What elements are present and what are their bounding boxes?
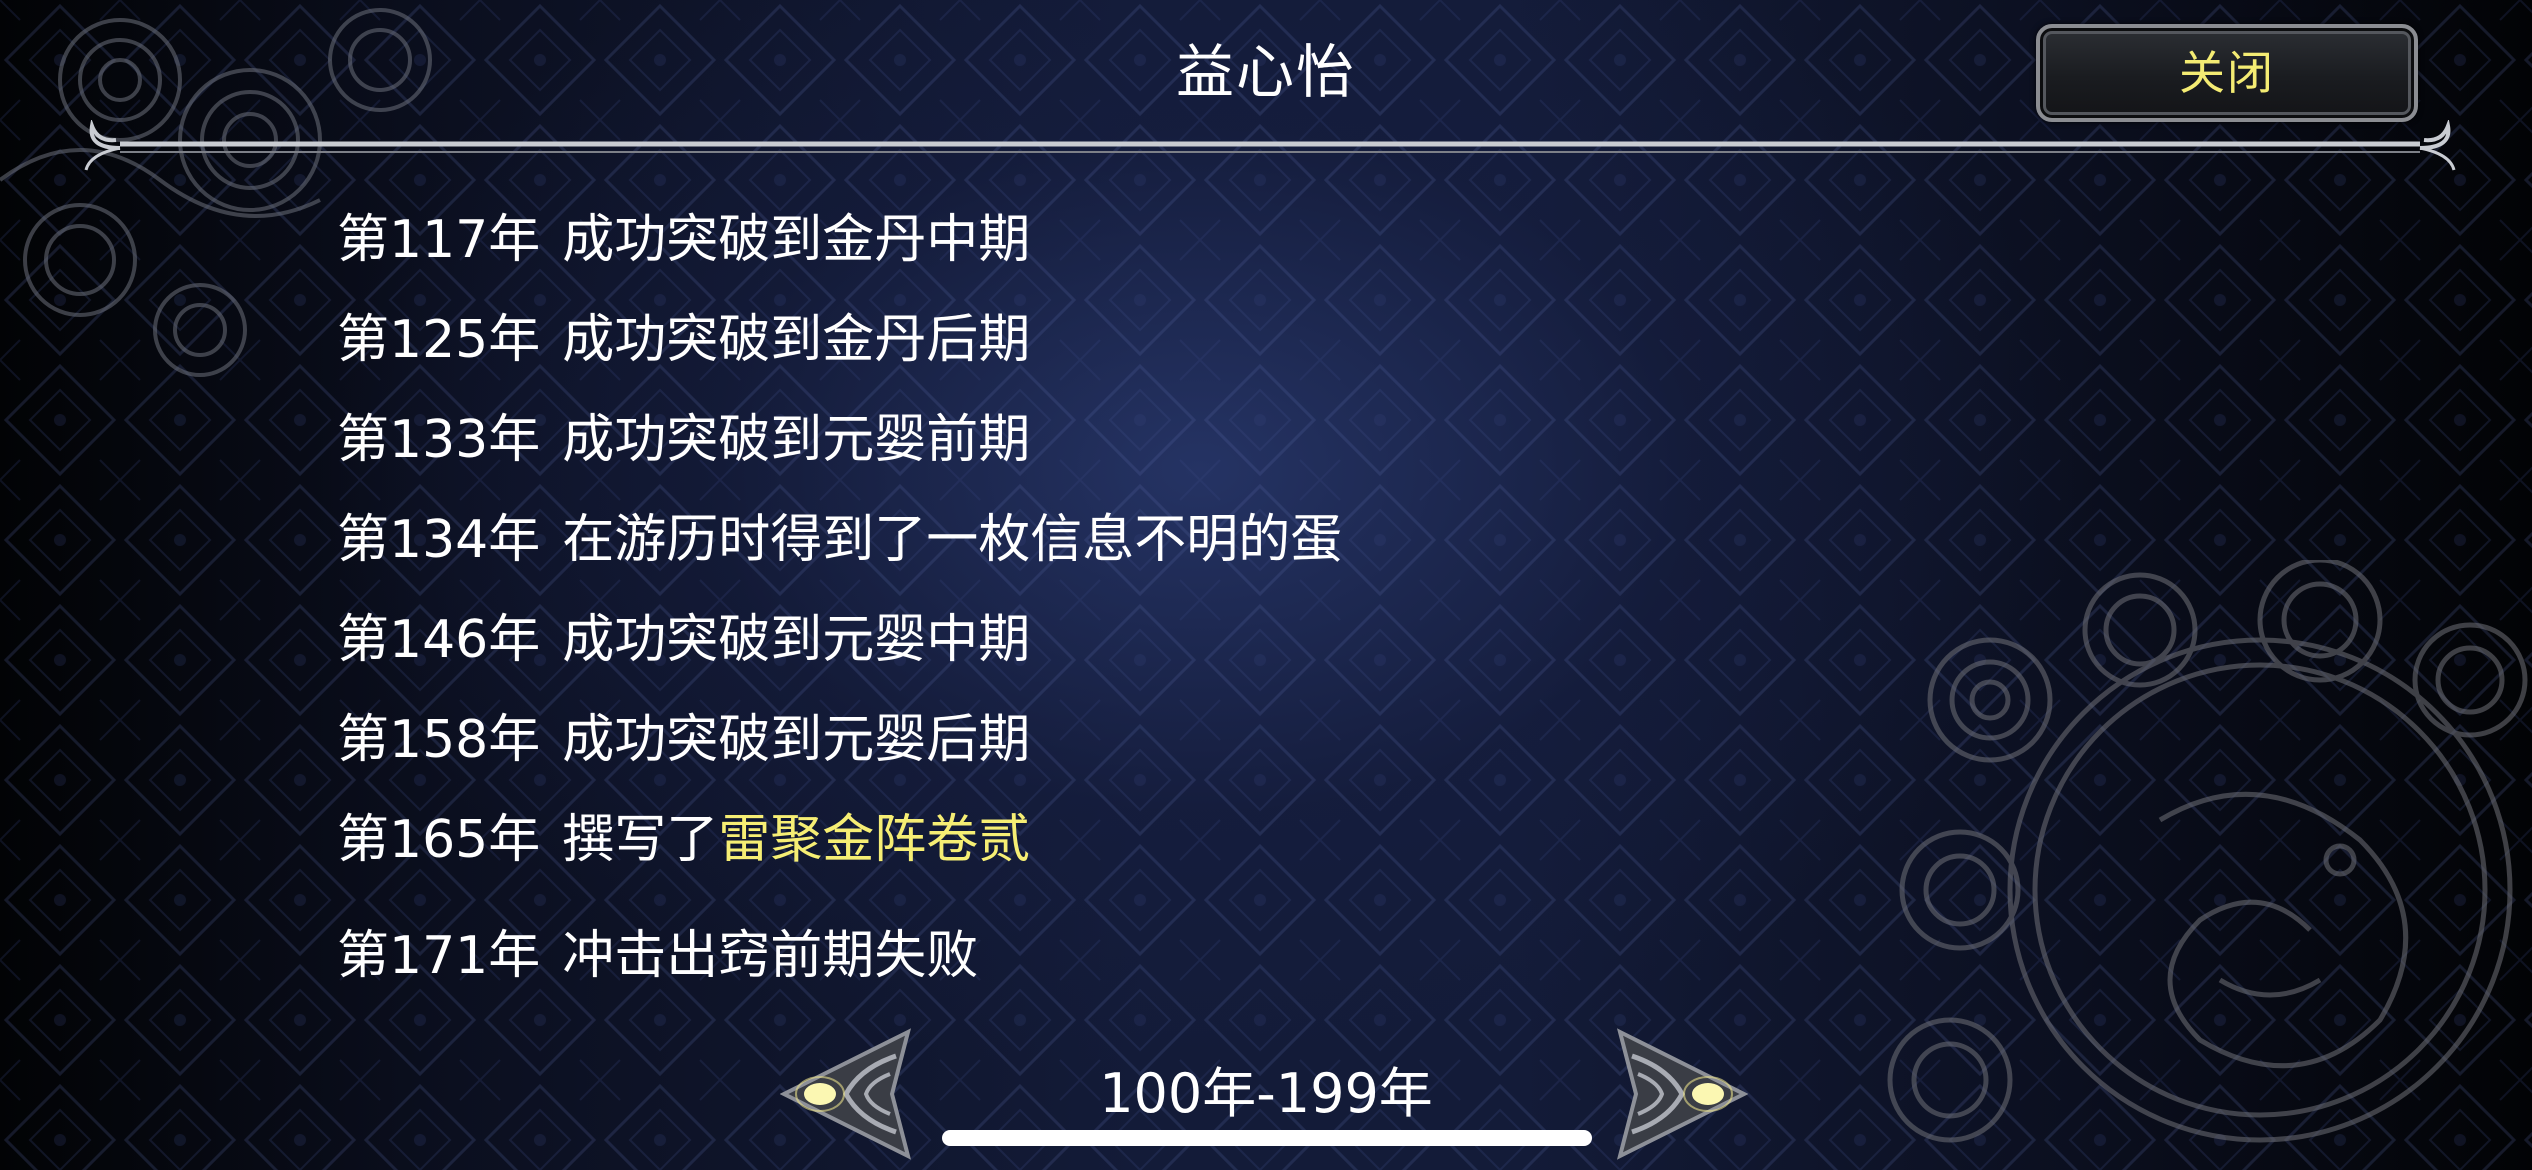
dragon-cloud-ornament-bottom-right <box>1887 560 2528 1143</box>
event-description: 撰写了 <box>562 810 719 870</box>
event-description: 在游历时得到了一枚信息不明的蛋 <box>562 510 1343 570</box>
event-row: 第171年 冲击出窍前期失败 <box>337 912 1837 1012</box>
event-history-list: 第117年 成功突破到金丹中期 第125年 成功突破到金丹后期 第133年 成功突破到… <box>337 196 1837 1012</box>
event-description: 成功突破到元婴后期 <box>562 710 1031 770</box>
ornamental-divider <box>84 120 2456 171</box>
event-description: 成功突破到元婴中期 <box>562 610 1031 670</box>
year-range-label: 100年-199年 <box>1099 1062 1433 1125</box>
event-year: 第165年 <box>337 810 541 870</box>
home-indicator[interactable] <box>942 1130 1592 1146</box>
close-button[interactable]: 关闭 <box>2036 24 2418 122</box>
event-description: 冲击出窍前期失败 <box>562 926 979 986</box>
game-screen: 益心怡 关闭 第117年 成功突破到金丹中期 第125年 成功突破到金丹后期 第13… <box>0 0 2532 1170</box>
event-row: 第134年 在游历时得到了一枚信息不明的蛋 <box>337 496 1837 596</box>
event-year: 第158年 <box>337 710 541 770</box>
event-description: 成功突破到元婴前期 <box>562 410 1031 470</box>
character-name-title: 益心怡 <box>1175 38 1356 106</box>
event-row: 第165年 撰写了雷聚金阵卷贰 <box>337 796 1837 896</box>
event-row: 第146年 成功突破到元婴中期 <box>337 596 1837 696</box>
event-description: 成功突破到金丹中期 <box>562 210 1031 270</box>
event-year: 第133年 <box>337 410 541 470</box>
event-row: 第133年 成功突破到元婴前期 <box>337 396 1837 496</box>
close-button-label: 关闭 <box>2179 46 2275 100</box>
event-item-name-highlight[interactable]: 雷聚金阵卷贰 <box>718 810 1030 870</box>
left-arrow-icon[interactable] <box>780 1028 912 1160</box>
event-row: 第125年 成功突破到金丹后期 <box>337 296 1837 396</box>
event-year: 第134年 <box>337 510 541 570</box>
event-year: 第125年 <box>337 310 541 370</box>
right-arrow-icon[interactable] <box>1616 1028 1748 1160</box>
event-year: 第117年 <box>337 210 541 270</box>
event-row: 第117年 成功突破到金丹中期 <box>337 196 1837 296</box>
event-year: 第146年 <box>337 610 541 670</box>
event-row: 第158年 成功突破到元婴后期 <box>337 696 1837 796</box>
event-description: 成功突破到金丹后期 <box>562 310 1031 370</box>
event-year: 第171年 <box>337 926 541 986</box>
